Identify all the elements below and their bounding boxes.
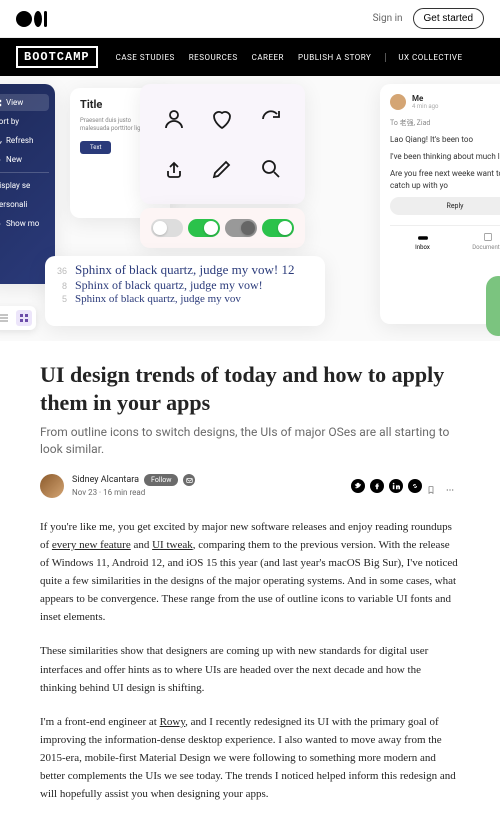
refresh-icon (259, 107, 283, 131)
nav-ux-collective[interactable]: UX COLLECTIVE (385, 53, 462, 62)
hero-typography-sample: 36Sphinx of black quartz, judge my vow! … (45, 256, 325, 326)
hero-green-accent (486, 276, 500, 336)
bookmark-icon[interactable] (427, 479, 441, 493)
heart-icon (210, 107, 234, 131)
user-icon (162, 107, 186, 131)
hero-image: View Sort by Refresh New Display se Pers… (0, 76, 500, 341)
author-name[interactable]: Sidney Alcantara (72, 475, 139, 485)
linkedin-icon[interactable] (389, 479, 403, 493)
hero-windows-menu: View Sort by Refresh New Display se Pers… (0, 84, 55, 284)
hero-chat-card: Me4 min ago To 老强, Ziad Lao Qiang! It's … (380, 84, 500, 324)
article-subtitle: From outline icons to switch designs, th… (40, 424, 460, 458)
edit-icon (210, 157, 234, 181)
getstarted-button[interactable]: Get started (413, 8, 484, 29)
twitter-icon[interactable] (351, 479, 365, 493)
nav-case-studies[interactable]: CASE STUDIES (116, 53, 175, 62)
nav-publish[interactable]: PUBLISH A STORY (298, 53, 371, 62)
link-icon[interactable] (408, 479, 422, 493)
list-view-icon (0, 310, 12, 326)
article-meta: Nov 23 · 16 min read (72, 488, 195, 497)
switch-material-icon (225, 219, 257, 237)
switch-on-icon (188, 219, 220, 237)
nav-resources[interactable]: RESOURCES (189, 53, 238, 62)
link-ui-tweak[interactable]: UI tweak (152, 539, 193, 551)
switch-ios-on-icon (262, 219, 294, 237)
facebook-icon[interactable] (370, 479, 384, 493)
signin-link[interactable]: Sign in (373, 13, 403, 24)
hero-view-toggle (0, 306, 36, 330)
follow-button[interactable]: Follow (144, 474, 178, 486)
switch-off-icon (151, 219, 183, 237)
nav-career[interactable]: CAREER (252, 53, 284, 62)
hero-icon-grid (140, 84, 305, 204)
grid-view-icon (16, 310, 32, 326)
link-rowy[interactable]: Rowy (160, 716, 186, 728)
subscribe-button[interactable] (183, 474, 195, 486)
search-icon (259, 157, 283, 181)
more-icon[interactable] (446, 479, 460, 493)
medium-logo[interactable] (16, 11, 47, 27)
link-every-new-feature[interactable]: every new feature (52, 539, 131, 551)
share-icon (162, 157, 186, 181)
article-title: UI design trends of today and how to app… (40, 361, 460, 416)
hero-switches (140, 208, 305, 248)
article-body: If you're like me, you get excited by ma… (40, 518, 460, 804)
author-avatar[interactable] (40, 474, 64, 498)
publication-logo[interactable]: BOOTCAMP (16, 46, 98, 68)
